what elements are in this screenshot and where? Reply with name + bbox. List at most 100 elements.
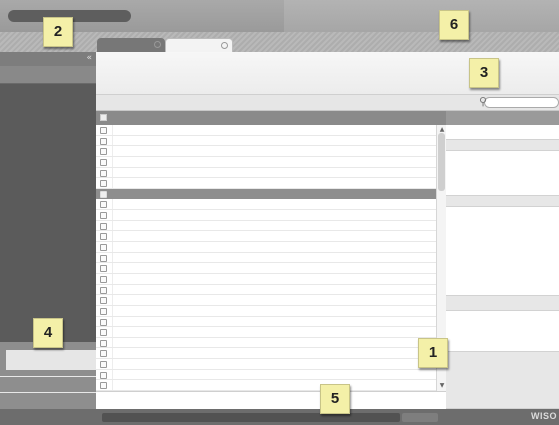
list-item[interactable] — [96, 156, 436, 168]
preview-pane — [446, 111, 559, 409]
callout-1: 1 — [418, 338, 448, 368]
row-column-divider — [112, 210, 113, 220]
row-column-divider — [112, 188, 113, 199]
row-checkbox[interactable] — [100, 254, 107, 262]
scroll-down-icon[interactable]: ▼ — [438, 382, 446, 390]
sidebar-bottom-item[interactable] — [6, 350, 96, 370]
search-icon[interactable]: ⚲ — [479, 95, 493, 109]
row-checkbox[interactable] — [100, 275, 107, 283]
list-footer — [96, 391, 446, 409]
row-checkbox[interactable] — [100, 339, 107, 347]
row-checkbox[interactable] — [100, 371, 107, 379]
row-checkbox[interactable] — [100, 286, 107, 294]
tab-inactive[interactable] — [97, 38, 165, 52]
row-column-divider — [112, 146, 113, 156]
row-checkbox[interactable] — [100, 297, 107, 305]
row-checkbox[interactable] — [100, 180, 107, 188]
list-item[interactable] — [96, 295, 436, 306]
row-column-divider — [112, 273, 113, 284]
row-column-divider — [112, 263, 113, 273]
list-item[interactable] — [96, 380, 436, 391]
preview-field-band — [446, 195, 559, 207]
row-checkbox[interactable] — [100, 158, 107, 166]
list-item[interactable] — [96, 305, 436, 317]
search-input[interactable] — [484, 97, 559, 108]
callout-3: 3 — [469, 58, 499, 88]
list-item[interactable] — [96, 178, 436, 189]
row-checkbox[interactable] — [100, 222, 107, 230]
list-item[interactable] — [96, 146, 436, 157]
row-column-divider — [112, 327, 113, 337]
list-item[interactable] — [96, 337, 436, 349]
callout-4: 4 — [33, 318, 63, 348]
list-item[interactable] — [96, 242, 436, 253]
title-bar-highlight — [284, 0, 559, 32]
row-checkbox[interactable] — [100, 127, 107, 134]
collapse-sidebar-icon[interactable]: « — [86, 53, 92, 63]
row-column-divider — [112, 156, 113, 167]
callout-2: 2 — [43, 17, 73, 47]
list-item[interactable] — [96, 263, 436, 274]
row-checkbox[interactable] — [100, 318, 107, 326]
scroll-thumb[interactable] — [438, 133, 445, 191]
row-column-divider — [112, 359, 113, 369]
preview-bottom-panel — [446, 351, 559, 409]
tab-close-icon[interactable] — [221, 42, 228, 49]
list-item[interactable] — [96, 167, 436, 179]
row-checkbox[interactable] — [100, 307, 107, 315]
list-item[interactable] — [96, 231, 436, 243]
list-item[interactable] — [96, 252, 436, 264]
tab-close-icon[interactable] — [154, 41, 161, 48]
folder-sidebar: « — [0, 52, 96, 409]
list-item[interactable] — [96, 284, 436, 296]
row-checkbox[interactable] — [100, 148, 107, 156]
tab-strip — [0, 32, 559, 52]
row-column-divider — [112, 178, 113, 188]
row-column-divider — [112, 316, 113, 327]
row-checkbox[interactable] — [100, 190, 107, 198]
list-item[interactable] — [96, 220, 436, 232]
list-item[interactable] — [96, 273, 436, 285]
row-column-divider — [112, 199, 113, 210]
row-column-divider — [112, 295, 113, 305]
row-checkbox[interactable] — [100, 350, 107, 358]
list-item[interactable] — [96, 369, 436, 381]
select-all-checkbox[interactable] — [100, 114, 107, 121]
list-item[interactable] — [96, 348, 436, 360]
list-item[interactable] — [96, 188, 436, 200]
sidebar-bottom-panel — [0, 342, 96, 409]
row-column-divider — [112, 337, 113, 348]
row-column-divider — [112, 242, 113, 252]
row-column-divider — [112, 348, 113, 359]
list-header — [96, 111, 446, 125]
row-checkbox[interactable] — [100, 382, 107, 390]
row-column-divider — [112, 125, 113, 135]
sidebar-toolbar: « — [0, 52, 96, 66]
list-item[interactable] — [96, 199, 436, 211]
row-checkbox[interactable] — [100, 361, 107, 369]
list-item[interactable] — [96, 135, 436, 147]
row-checkbox[interactable] — [100, 244, 107, 252]
sidebar-header — [0, 66, 96, 84]
row-checkbox[interactable] — [100, 233, 107, 241]
progress-bar — [102, 413, 400, 422]
sidebar-divider — [0, 376, 96, 377]
list-item[interactable] — [96, 327, 436, 338]
list-item[interactable] — [96, 316, 436, 328]
row-column-divider — [112, 380, 113, 390]
list-item[interactable] — [96, 359, 436, 370]
row-checkbox[interactable] — [100, 201, 107, 209]
preview-field-band — [446, 139, 559, 151]
row-column-divider — [112, 220, 113, 231]
row-checkbox[interactable] — [100, 212, 107, 220]
tab-active[interactable] — [165, 38, 233, 52]
list-item[interactable] — [96, 125, 436, 136]
row-checkbox[interactable] — [100, 169, 107, 177]
list-item[interactable] — [96, 210, 436, 221]
row-checkbox[interactable] — [100, 137, 107, 145]
row-column-divider — [112, 231, 113, 242]
row-checkbox[interactable] — [100, 265, 107, 273]
row-column-divider — [112, 135, 113, 146]
row-column-divider — [112, 252, 113, 263]
row-checkbox[interactable] — [100, 329, 107, 337]
